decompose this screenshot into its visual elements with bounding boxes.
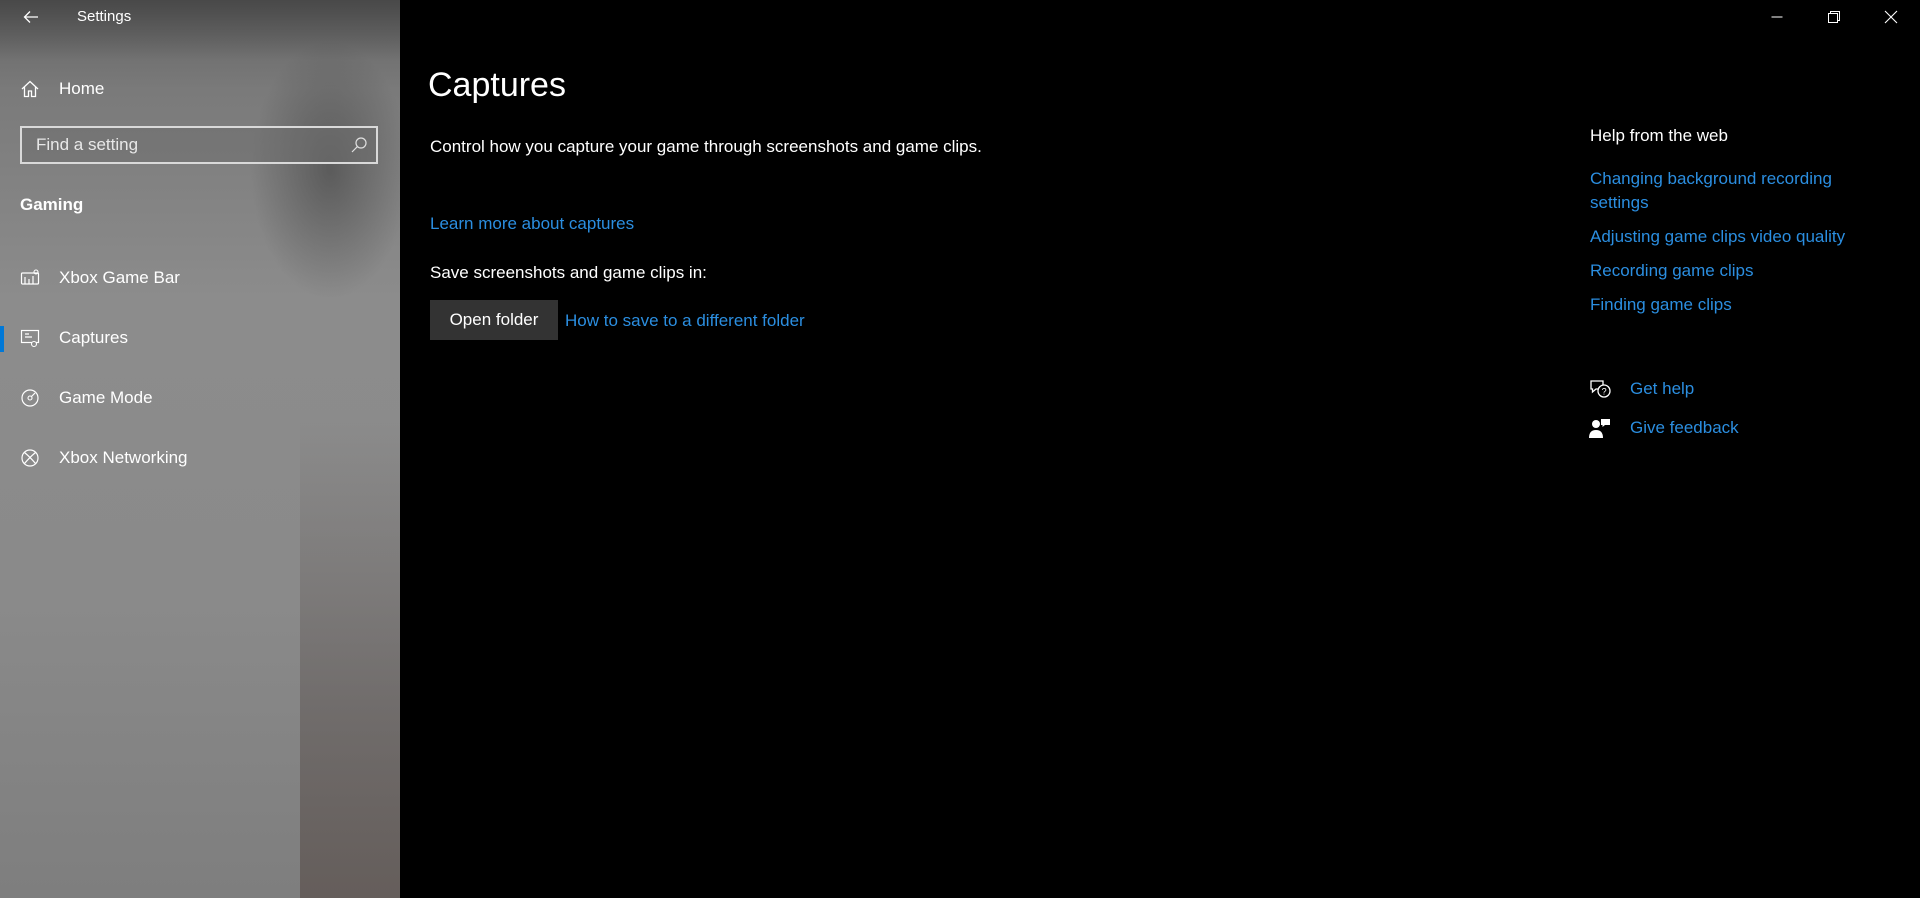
section-title: Gaming [20,195,84,214]
help-link[interactable]: Finding game clips [1590,293,1890,317]
restore-button[interactable] [1811,0,1857,34]
open-folder-button[interactable]: Open folder [430,300,558,340]
page-description: Control how you capture your game throug… [430,137,982,156]
save-location-label: Save screenshots and game clips in: [430,263,707,282]
search-icon[interactable] [350,136,368,154]
help-link[interactable]: Adjusting game clips video quality [1590,225,1890,249]
back-button[interactable] [14,2,48,32]
sidebar-backdrop-blur-lower [300,420,400,898]
help-link[interactable]: Recording game clips [1590,259,1890,283]
give-feedback-label[interactable]: Give feedback [1630,418,1739,438]
sidebar-item-label: Game Mode [59,388,153,407]
feedback-icon [1589,419,1610,438]
sidebar-item-label: Xbox Game Bar [59,268,180,287]
page-title: Captures [428,66,566,104]
sidebar-item-label: Home [59,79,105,98]
sidebar: Settings Home Gaming Xbox Game Bar Captu… [0,0,400,898]
game-mode-icon [21,389,39,407]
close-button[interactable] [1868,0,1914,34]
search-box[interactable] [20,126,378,164]
svg-text:?: ? [1602,386,1607,396]
game-bar-icon [20,269,40,285]
sidebar-item-xbox-game-bar[interactable]: Xbox Game Bar [0,256,400,300]
title-bar: Settings [0,0,400,34]
help-link[interactable]: Changing background recording settings [1590,167,1890,215]
back-arrow-icon [23,11,38,23]
sidebar-item-game-mode[interactable]: Game Mode [0,376,400,420]
minimize-button[interactable] [1754,0,1800,34]
close-icon [1884,10,1898,24]
learn-more-link[interactable]: Learn more about captures [430,214,634,234]
sidebar-item-captures[interactable]: Captures [0,316,400,360]
search-input[interactable] [22,128,346,162]
sidebar-item-home[interactable]: Home [0,70,400,108]
get-help-link[interactable]: ? Get help [1588,374,1848,402]
help-links-list: Changing background recording settings A… [1590,167,1890,327]
minimize-icon [1771,16,1783,18]
selection-indicator [0,326,4,352]
give-feedback-link[interactable]: Give feedback [1588,413,1848,441]
captures-icon [20,329,40,348]
how-to-save-link[interactable]: How to save to a different folder [565,311,805,331]
sidebar-item-label: Captures [59,328,128,347]
home-icon [21,80,39,98]
restore-icon [1828,11,1840,23]
help-section-title: Help from the web [1590,126,1728,145]
sidebar-item-xbox-networking[interactable]: Xbox Networking [0,436,400,480]
xbox-icon [21,449,39,467]
app-title: Settings [77,8,132,25]
get-help-label[interactable]: Get help [1630,379,1694,399]
sidebar-item-label: Xbox Networking [59,448,188,467]
chat-help-icon: ? [1590,380,1611,398]
